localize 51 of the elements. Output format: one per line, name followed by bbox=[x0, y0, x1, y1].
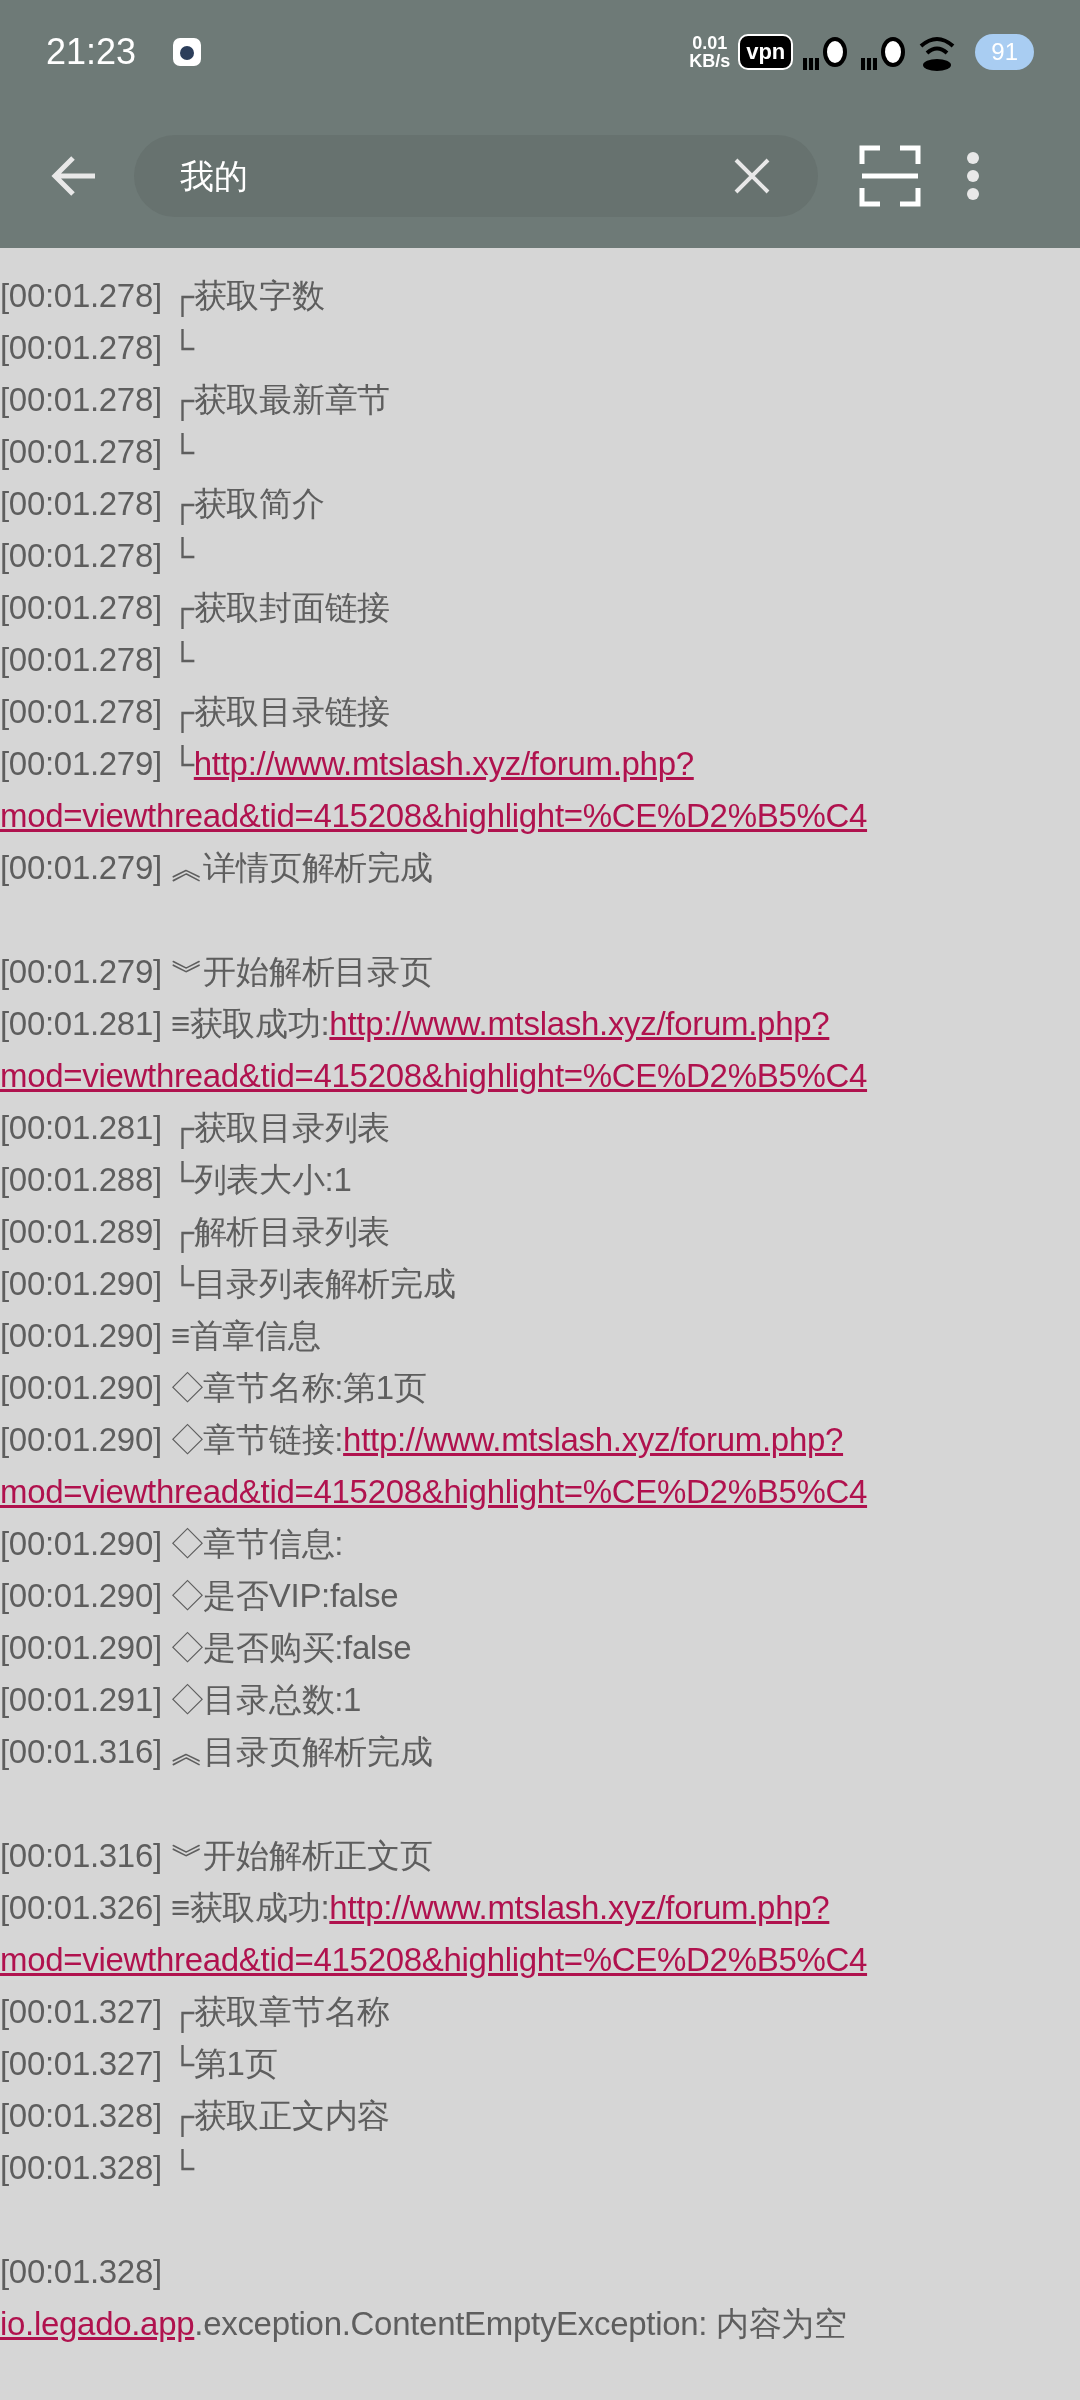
log-link[interactable]: mod=viewthread&tid=415208&highlight=%CE%D2%B5%C4 bbox=[0, 1473, 868, 1510]
vpn-badge: vpn bbox=[738, 34, 794, 70]
log-line: [00:01.279] └http://www.mtslash.xyz/forum.php? mod=viewthread&tid=415208&highlight=%CE%D2%B5%C4 bbox=[0, 744, 869, 836]
log-line: [00:01.326] ≡获取成功:http://www.mtslash.xyz/forum.php? mod=viewthread&tid=415208&highlight=%CE%D2%B5%C4 bbox=[0, 1888, 869, 1980]
log-line: [00:01.278] └ bbox=[0, 536, 196, 576]
log-link[interactable]: io.legado.app bbox=[0, 2305, 195, 2342]
log-line: [00:01.290] ◇章节名称:第1页 bbox=[0, 1368, 428, 1408]
log-line: [00:01.290] ◇是否购买:false bbox=[0, 1628, 413, 1668]
network-speed: 0.01 KB/s bbox=[689, 34, 731, 70]
log-link[interactable]: mod=viewthread&tid=415208&highlight=%CE%D2%B5%C4 bbox=[0, 1057, 868, 1094]
log-line: [00:01.278] ┌获取封面链接 bbox=[0, 582, 1080, 634]
log-line: [00:01.279] ︽详情页解析完成 bbox=[0, 848, 434, 888]
log-line: [00:01.291] ◇目录总数:1 bbox=[0, 1680, 363, 1720]
log-line: [00:01.278] ┌获取目录链接 bbox=[0, 686, 1080, 738]
log-line: [00:01.290] └目录列表解析完成 bbox=[0, 1264, 457, 1304]
search-field[interactable]: 我的 bbox=[134, 135, 818, 217]
log-link[interactable]: mod=viewthread&tid=415208&highlight=%CE%D2%B5%C4 bbox=[0, 797, 868, 834]
log-line: [00:01.316] ︽目录页解析完成 bbox=[0, 1732, 434, 1772]
log-line: [00:01.279] ︾开始解析目录页 bbox=[0, 952, 434, 992]
log-line: [00:01.278] ┌获取最新章节 bbox=[0, 374, 1080, 426]
more-options-icon[interactable] bbox=[966, 151, 980, 201]
log-link[interactable]: http://www.mtslash.xyz/forum.php? bbox=[343, 1421, 844, 1458]
log-line: [00:01.327] └第1页 bbox=[0, 2044, 279, 2084]
battery-indicator: 91 bbox=[975, 34, 1034, 70]
log-line: [00:01.316] ︾开始解析正文页 bbox=[0, 1836, 434, 1876]
log-line: [00:01.278] ┌获取简介 bbox=[0, 478, 1080, 530]
status-time: 21:23 bbox=[46, 30, 137, 74]
log-line: [00:01.288] └列表大小:1 bbox=[0, 1160, 353, 1200]
log-line: [00:01.278] └ bbox=[0, 640, 196, 680]
log-line: [00:01.328] └ bbox=[0, 2148, 196, 2188]
log-line: [00:01.278] └ bbox=[0, 432, 196, 472]
log-line: [00:01.290] ◇章节信息: bbox=[0, 1524, 345, 1564]
app-notification-icon bbox=[172, 37, 203, 67]
log-link[interactable]: mod=viewthread&tid=415208&highlight=%CE%D2%B5%C4 bbox=[0, 1941, 868, 1978]
clear-icon[interactable] bbox=[732, 156, 772, 196]
log-line: [00:01.281] ┌获取目录列表 bbox=[0, 1102, 1080, 1154]
log-link[interactable]: http://www.mtslash.xyz/forum.php? bbox=[329, 1005, 830, 1042]
log-line: [00:01.327] ┌获取章节名称 bbox=[0, 1986, 1080, 2038]
log-link[interactable]: http://www.mtslash.xyz/forum.php? bbox=[193, 745, 694, 782]
log-line: [00:01.290] ◇是否VIP:false bbox=[0, 1576, 400, 1616]
log-line: [00:01.278] └ bbox=[0, 328, 196, 368]
log-line: [00:01.281] ≡获取成功:http://www.mtslash.xyz/forum.php? mod=viewthread&tid=415208&highlight=%CE%D2%B5%C4 bbox=[0, 1004, 869, 1096]
log-line: [00:01.328] io.legado.app.exception.ContentEmptyException: 内容为空 bbox=[0, 2252, 848, 2344]
back-arrow-icon bbox=[51, 156, 97, 196]
scan-icon[interactable] bbox=[858, 144, 922, 208]
log-link[interactable]: http://www.mtslash.xyz/forum.php? bbox=[329, 1889, 830, 1926]
log-line: [00:01.290] ◇章节链接:http://www.mtslash.xyz/forum.php? mod=viewthread&tid=415208&highlight=%CE%D2%B5%C4 bbox=[0, 1420, 869, 1512]
log-line: [00:01.328] ┌获取正文内容 bbox=[0, 2090, 1080, 2142]
log-line: [00:01.289] ┌解析目录列表 bbox=[0, 1206, 1080, 1258]
log-line: [00:01.278] ┌获取字数 bbox=[0, 270, 1080, 322]
log-line: [00:01.290] ≡首章信息 bbox=[0, 1316, 322, 1356]
